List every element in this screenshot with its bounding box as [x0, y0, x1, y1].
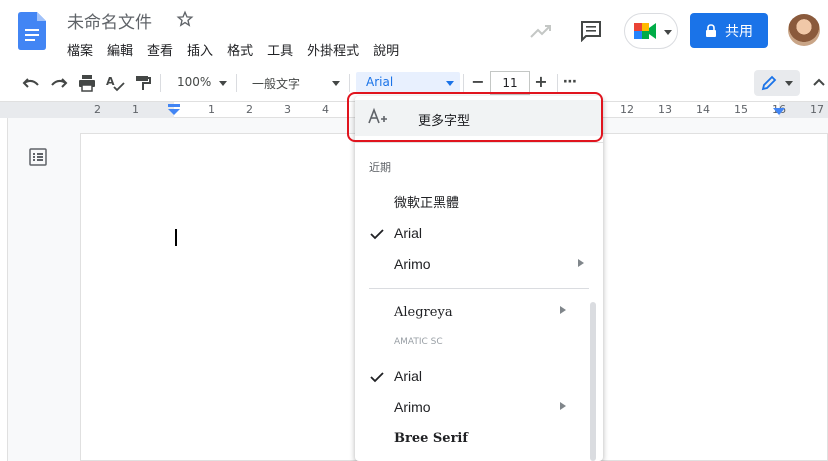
style-chevron-down-icon[interactable] [332, 81, 340, 86]
menu-view[interactable]: 查看 [147, 40, 173, 59]
lock-icon [706, 23, 716, 37]
menu-file[interactable]: 檔案 [67, 40, 93, 59]
menu-bar: 檔案 編輯 查看 插入 格式 工具 外掛程式 說明 [67, 40, 413, 59]
font-chevron-down-icon[interactable] [446, 81, 454, 86]
pencil-icon [761, 75, 777, 91]
font-item-arimo[interactable]: Arimo [394, 399, 431, 415]
left-indent-marker-icon[interactable] [168, 104, 180, 116]
menu-divider [355, 142, 603, 143]
font-item-arial[interactable]: Arial [394, 368, 422, 384]
ruler-number: 3 [284, 103, 291, 116]
right-indent-marker-icon[interactable] [773, 106, 785, 116]
zoom-select[interactable]: 100% [177, 75, 211, 89]
submenu-arrow-icon [560, 402, 566, 410]
menu-format[interactable]: 格式 [227, 40, 253, 59]
svg-text:A: A [106, 75, 115, 88]
toolbar-divider [236, 74, 237, 92]
ruler-number: 2 [246, 103, 253, 116]
avatar[interactable] [788, 14, 820, 46]
activity-trend-icon[interactable] [530, 22, 552, 40]
ruler-number: 4 [322, 103, 329, 116]
menu-addons[interactable]: 外掛程式 [307, 40, 359, 59]
font-item-microsoft-jhenghei[interactable]: 微軟正黑體 [394, 192, 459, 211]
vertical-ruler[interactable] [0, 118, 8, 461]
dropdown-scrollbar[interactable] [590, 302, 596, 461]
font-item-bree-serif[interactable]: Bree Serif [394, 431, 468, 446]
header-bar: 未命名文件 檔案 編輯 查看 插入 格式 工具 外掛程式 說明 共用 [0, 0, 828, 64]
check-icon [370, 229, 384, 240]
font-select-label: Arial [366, 75, 394, 89]
star-icon[interactable] [176, 10, 194, 28]
font-item-arial-recent[interactable]: Arial [394, 225, 422, 241]
zoom-chevron-down-icon[interactable] [219, 81, 227, 86]
undo-icon[interactable] [21, 73, 41, 93]
ruler-number: 15 [734, 103, 748, 116]
toolbar-divider [557, 74, 558, 92]
font-item-alegreya[interactable]: Alegreya [394, 305, 453, 320]
menu-divider [369, 288, 589, 289]
document-title[interactable]: 未命名文件 [67, 8, 152, 33]
menu-insert[interactable]: 插入 [187, 40, 213, 59]
document-outline-icon[interactable] [29, 148, 47, 166]
more-options-button[interactable]: ⋯ [563, 74, 577, 90]
chevron-down-icon [785, 81, 793, 86]
ruler-number: 12 [620, 103, 634, 116]
toolbar-divider [160, 74, 161, 92]
spellcheck-icon[interactable]: A [105, 73, 125, 93]
toolbar-divider [463, 74, 464, 92]
editing-mode-button[interactable] [754, 70, 800, 96]
meet-button[interactable] [624, 13, 678, 49]
ruler-number: 1 [208, 103, 215, 116]
share-label: 共用 [725, 23, 753, 40]
check-icon [370, 372, 384, 383]
menu-help[interactable]: 說明 [373, 40, 399, 59]
ruler-margin-left [0, 102, 174, 118]
font-item-arimo-recent[interactable]: Arimo [394, 256, 431, 272]
toolbar-divider [349, 74, 350, 92]
docs-logo-icon[interactable] [18, 12, 46, 50]
ruler-number: 2 [94, 103, 101, 116]
redo-icon[interactable] [49, 73, 69, 93]
submenu-arrow-icon [578, 259, 584, 267]
collapse-chevron-up-icon[interactable] [812, 76, 826, 88]
menu-edit[interactable]: 編輯 [107, 40, 133, 59]
meet-icon [634, 23, 656, 39]
share-button[interactable]: 共用 [690, 13, 768, 48]
ruler-number: 17 [810, 103, 824, 116]
comment-icon[interactable] [580, 20, 602, 42]
chevron-down-icon [664, 30, 672, 35]
ruler-number: 14 [696, 103, 710, 116]
text-cursor [175, 229, 177, 246]
highlight-annotation [347, 92, 603, 142]
menu-tools[interactable]: 工具 [267, 40, 293, 59]
paint-format-icon[interactable] [133, 73, 153, 93]
recent-section-label: 近期 [369, 161, 391, 174]
font-item-amatic-sc[interactable]: AMATIC SC [394, 337, 443, 347]
ruler-number: 13 [658, 103, 672, 116]
ruler-number: 1 [132, 103, 139, 116]
print-icon[interactable] [77, 73, 97, 93]
submenu-arrow-icon [560, 306, 566, 314]
paragraph-style-select[interactable]: 一般文字 [252, 75, 300, 92]
